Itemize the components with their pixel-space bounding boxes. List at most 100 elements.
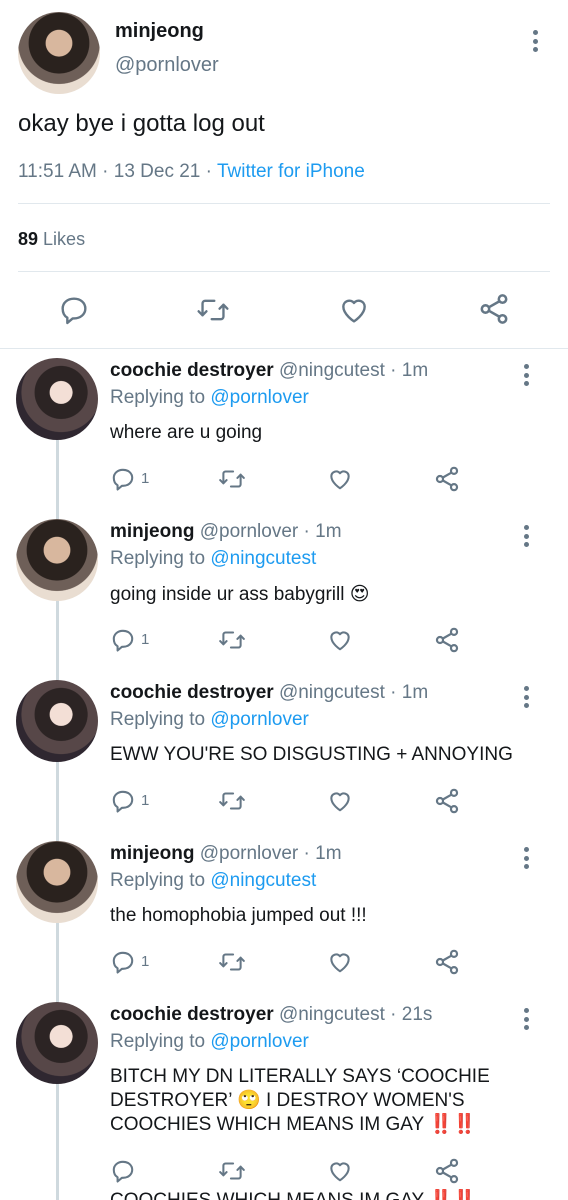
mention-link[interactable]: @pornlover xyxy=(210,387,309,408)
mention-link[interactable]: @pornlover xyxy=(210,1031,309,1052)
avatar[interactable] xyxy=(16,358,98,440)
comment-icon[interactable] xyxy=(110,466,136,492)
reply-timestamp: · 1m xyxy=(303,521,342,542)
replying-to: Replying to @pornlover xyxy=(110,709,309,731)
share-icon[interactable] xyxy=(433,626,461,654)
display-name[interactable]: minjeong xyxy=(110,521,194,542)
user-handle[interactable]: @pornlover xyxy=(200,843,299,864)
share-icon[interactable] xyxy=(433,948,461,976)
retweet-icon[interactable] xyxy=(218,627,246,653)
comment-icon[interactable] xyxy=(110,949,136,975)
reply-text: EWW YOU'RE SO DISGUSTING + ANNOYING xyxy=(110,744,513,766)
replying-to: Replying to @ningcutest xyxy=(110,548,316,570)
reply-header: coochie destroyer @ningcutest · 1m xyxy=(110,360,428,382)
mention-link[interactable]: @ningcutest xyxy=(210,870,316,891)
user-handle[interactable]: @pornlover xyxy=(115,54,219,77)
replying-label: Replying to xyxy=(110,1031,206,1052)
replying-to: Replying to @ningcutest xyxy=(110,870,316,892)
reply-text-line: DESTROYER’ 🙄 I DESTROY WOMEN'S xyxy=(110,1089,490,1113)
mention-link[interactable]: @pornlover xyxy=(210,709,309,730)
replying-to: Replying to @pornlover xyxy=(110,387,309,409)
reply-text-body: the homophobia jumped out !!! xyxy=(110,905,367,926)
cut-off-text: COOCHIES WHICH MEANS IM GAY ‼️‼️ xyxy=(110,1188,476,1200)
tweet-source-link[interactable]: Twitter for iPhone xyxy=(217,161,365,182)
avatar[interactable] xyxy=(16,841,98,923)
reply-text: where are u going xyxy=(110,422,262,444)
reply-header: minjeong @pornlover · 1m xyxy=(110,843,342,865)
reply-text: BITCH MY DN LITERALLY SAYS ‘COOCHIE DESTR… xyxy=(110,1065,490,1137)
heart-icon[interactable] xyxy=(337,294,371,326)
reply-text-body: EWW YOU'RE SO DISGUSTING + ANNOYING xyxy=(110,744,513,765)
heart-icon[interactable] xyxy=(326,1158,354,1184)
heart-icon[interactable] xyxy=(326,466,354,492)
heart-icon[interactable] xyxy=(326,949,354,975)
reply-count: 1 xyxy=(141,631,150,648)
mention-link[interactable]: @ningcutest xyxy=(210,548,316,569)
divider xyxy=(0,348,568,349)
retweet-icon[interactable] xyxy=(218,788,246,814)
comment-icon[interactable] xyxy=(110,788,136,814)
user-handle[interactable]: @ningcutest xyxy=(279,360,385,381)
more-vertical-icon[interactable] xyxy=(523,525,529,547)
retweet-icon[interactable] xyxy=(218,466,246,492)
user-handle[interactable]: @ningcutest xyxy=(279,1004,385,1025)
retweet-icon[interactable] xyxy=(218,949,246,975)
display-name[interactable]: coochie destroyer xyxy=(110,682,274,703)
reply-text-part: COOCHIES WHICH MEANS IM GAY xyxy=(110,1114,424,1135)
retweet-icon[interactable] xyxy=(218,1158,246,1184)
display-name[interactable]: minjeong xyxy=(115,20,204,43)
more-vertical-icon[interactable] xyxy=(523,1008,529,1030)
reply-count: 1 xyxy=(141,470,150,487)
reply-text-part: I DESTROY WOMEN'S xyxy=(266,1090,465,1111)
heart-icon[interactable] xyxy=(326,788,354,814)
tweet-timestamp: 11:51 AM · 13 Dec 21 · Twitter for iPhon… xyxy=(18,161,365,183)
double-exclamation-emoji: ‼️‼️ xyxy=(429,1114,477,1135)
reply-count: 1 xyxy=(141,792,150,809)
reply-text: going inside ur ass babygrill 😍 xyxy=(110,583,370,606)
tweet-date: 13 Dec 21 xyxy=(113,161,201,182)
separator: · xyxy=(205,161,212,182)
retweet-icon[interactable] xyxy=(196,294,230,326)
replying-label: Replying to xyxy=(110,870,206,891)
reply-text-body: where are u going xyxy=(110,422,263,443)
display-name[interactable]: coochie destroyer xyxy=(110,1004,274,1025)
comment-icon[interactable] xyxy=(110,1158,136,1184)
separator: · xyxy=(102,161,109,182)
share-icon[interactable] xyxy=(433,465,461,493)
heart-eyes-emoji: 😍 xyxy=(349,584,370,605)
user-handle[interactable]: @pornlover xyxy=(200,521,299,542)
likes-count: 89 xyxy=(18,229,39,249)
reply-header: coochie destroyer @ningcutest · 1m xyxy=(110,682,428,704)
reply-text-line: BITCH MY DN LITERALLY SAYS ‘COOCHIE xyxy=(110,1066,490,1087)
display-name[interactable]: minjeong xyxy=(110,843,194,864)
face-roll-eyes-emoji: 🙄 xyxy=(237,1090,261,1111)
reply-text: the homophobia jumped out !!! xyxy=(110,905,367,927)
reply-timestamp: · 1m xyxy=(303,843,342,864)
heart-icon[interactable] xyxy=(326,627,354,653)
likes-label: Likes xyxy=(43,229,86,249)
reply-timestamp: · 1m xyxy=(390,682,429,703)
reply-timestamp: · 21s xyxy=(390,1004,433,1025)
reply-header: minjeong @pornlover · 1m xyxy=(110,521,342,543)
comment-icon[interactable] xyxy=(58,294,90,326)
avatar[interactable] xyxy=(16,680,98,762)
divider xyxy=(18,271,550,272)
avatar[interactable] xyxy=(18,12,100,94)
reply-count: 1 xyxy=(141,953,150,970)
share-icon[interactable] xyxy=(433,787,461,815)
replying-label: Replying to xyxy=(110,548,206,569)
avatar[interactable] xyxy=(16,1002,98,1084)
share-icon[interactable] xyxy=(477,292,511,326)
user-handle[interactable]: @ningcutest xyxy=(279,682,385,703)
more-vertical-icon[interactable] xyxy=(532,30,538,52)
comment-icon[interactable] xyxy=(110,627,136,653)
likes-stat[interactable]: 89 Likes xyxy=(18,229,85,250)
more-vertical-icon[interactable] xyxy=(523,847,529,869)
replying-label: Replying to xyxy=(110,387,206,408)
more-vertical-icon[interactable] xyxy=(523,686,529,708)
more-vertical-icon[interactable] xyxy=(523,364,529,386)
reply-text-body: going inside ur ass babygrill xyxy=(110,584,345,605)
share-icon[interactable] xyxy=(433,1157,461,1185)
display-name[interactable]: coochie destroyer xyxy=(110,360,274,381)
avatar[interactable] xyxy=(16,519,98,601)
